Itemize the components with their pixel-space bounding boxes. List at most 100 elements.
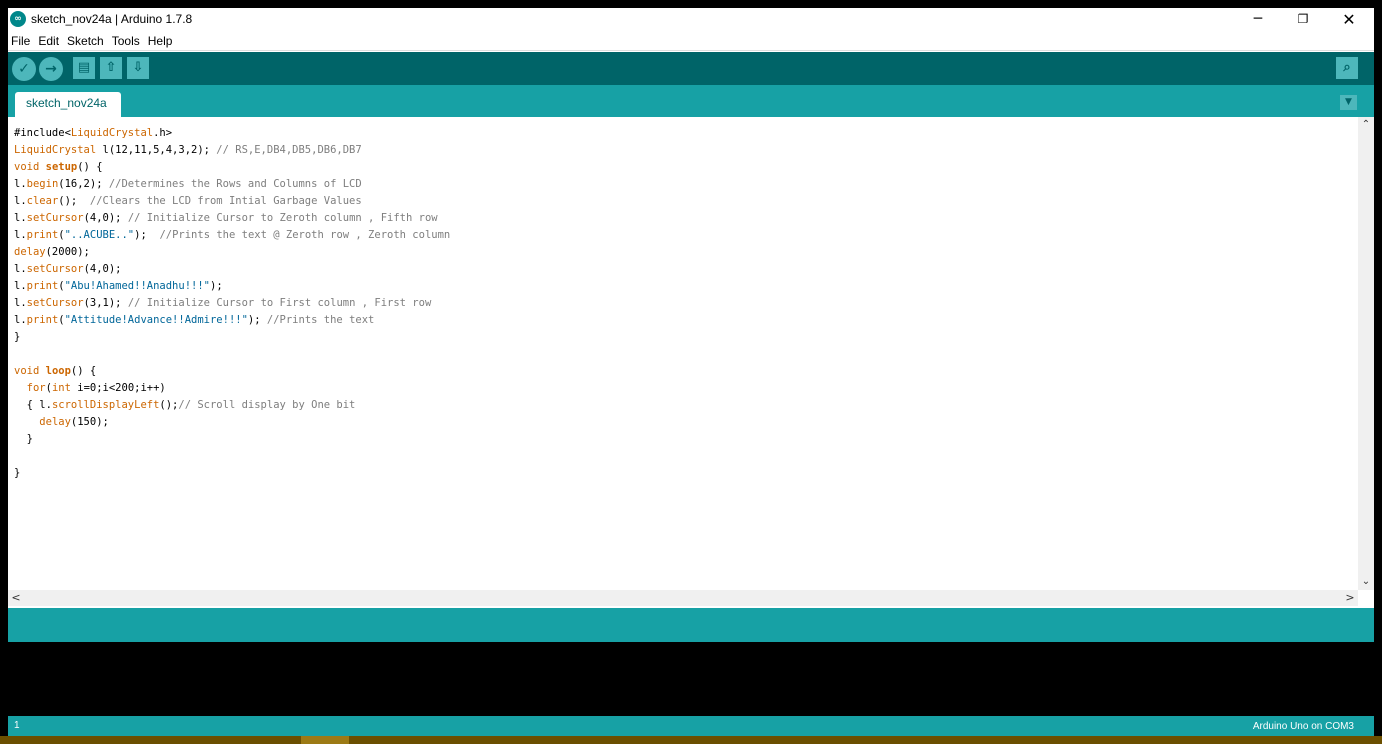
code-line[interactable]: void loop() { <box>14 363 450 380</box>
serial-monitor-button[interactable]: ⌕ <box>1336 57 1358 79</box>
code-line[interactable]: } <box>14 465 450 482</box>
code-line[interactable]: for(int i=0;i<200;i++) <box>14 380 450 397</box>
tab-menu-button[interactable]: ▼ <box>1340 95 1357 110</box>
code-token: l. <box>14 195 27 207</box>
code-token: (); <box>159 399 179 411</box>
code-token: scrollDisplayLeft <box>51 399 160 411</box>
upload-button[interactable]: → <box>39 57 63 81</box>
code-token: setCursor <box>26 212 84 224</box>
code-token: int <box>51 382 71 394</box>
code-token: setCursor <box>26 263 84 275</box>
code-token: l. <box>14 263 27 275</box>
menu-sketch[interactable]: Sketch <box>67 34 104 48</box>
code-token: (2000); <box>45 246 90 258</box>
close-button[interactable]: ✕ <box>1326 8 1372 30</box>
code-line[interactable]: l.print("Abu!Ahamed!!Anadhu!!!"); <box>14 278 450 295</box>
code-line[interactable]: void setup() { <box>14 159 450 176</box>
code-line[interactable]: } <box>14 431 450 448</box>
code-token: //Prints the text <box>266 314 375 326</box>
code-token: .h> <box>153 127 173 139</box>
code-token: delay <box>14 246 46 258</box>
scroll-down-icon[interactable]: ⌄ <box>1358 574 1374 590</box>
arrow-down-icon: ⇩ <box>132 60 144 75</box>
verify-button[interactable]: ✓ <box>12 57 36 81</box>
code-token: (4,0); <box>83 263 122 275</box>
taskbar-item[interactable] <box>301 736 349 744</box>
code-line[interactable]: delay(2000); <box>14 244 450 261</box>
code-token: clear <box>26 195 59 207</box>
code-token: "Attitude!Advance!!Admire!!!" <box>64 314 248 326</box>
code-token: // Initialize Cursor to First column , F… <box>127 297 432 309</box>
arrow-up-icon: ⇧ <box>105 60 117 75</box>
code-line[interactable]: { l.scrollDisplayLeft();// Scroll displa… <box>14 397 450 414</box>
arduino-logo-icon: ∞ <box>10 11 26 27</box>
scroll-right-icon[interactable]: > <box>1342 590 1358 606</box>
menu-edit[interactable]: Edit <box>38 34 59 48</box>
code-token: l. <box>14 229 27 241</box>
tab-sketch[interactable]: sketch_nov24a <box>15 92 121 117</box>
code-token: l. <box>14 212 27 224</box>
console-output[interactable] <box>8 642 1374 716</box>
open-sketch-button[interactable]: ⇧ <box>100 57 122 79</box>
code-token: l. <box>14 280 27 292</box>
code-line[interactable]: l.setCursor(4,0); <box>14 261 450 278</box>
code-line[interactable] <box>14 346 450 363</box>
code-token: (); <box>58 195 90 207</box>
menu-file[interactable]: File <box>11 34 30 48</box>
tab-bar: sketch_nov24a ▼ <box>8 85 1374 117</box>
code-token: (150); <box>70 416 109 428</box>
horizontal-scrollbar[interactable] <box>8 590 1358 606</box>
code-token: LiquidCrystal <box>14 144 97 156</box>
board-port-status: Arduino Uno on COM3 <box>1252 721 1354 732</box>
code-token: LiquidCrystal <box>70 127 154 139</box>
title-bar: ∞ sketch_nov24a | Arduino 1.7.8 ─ ❐ ✕ <box>8 8 1374 30</box>
code-token: print <box>26 229 59 241</box>
code-token: for <box>26 382 46 394</box>
code-line[interactable]: LiquidCrystal l(12,11,5,4,3,2); // RS,E,… <box>14 142 450 159</box>
line-number: 1 <box>14 720 20 731</box>
minimize-button[interactable]: ─ <box>1235 8 1281 30</box>
code-token: } <box>14 467 21 479</box>
code-token: ); <box>247 314 267 326</box>
code-line[interactable] <box>14 448 450 465</box>
code-text[interactable]: #include<LiquidCrystal.h> LiquidCrystal l… <box>14 125 450 482</box>
menu-tools[interactable]: Tools <box>112 34 140 48</box>
code-line[interactable]: } <box>14 329 450 346</box>
code-token: } <box>14 331 21 343</box>
scroll-up-icon[interactable]: ⌃ <box>1358 117 1374 133</box>
maximize-button[interactable]: ❐ <box>1280 8 1326 30</box>
code-line[interactable]: l.print("..ACUBE.."); //Prints the text … <box>14 227 450 244</box>
save-sketch-button[interactable]: ⇩ <box>127 57 149 79</box>
code-token: "..ACUBE.." <box>64 229 135 241</box>
new-file-icon: ▤ <box>77 60 91 75</box>
code-line[interactable]: delay(150); <box>14 414 450 431</box>
code-token: i=0;i<200;i++) <box>70 382 166 394</box>
code-line[interactable]: l.begin(16,2); //Determines the Rows and… <box>14 176 450 193</box>
code-editor[interactable]: #include<LiquidCrystal.h> LiquidCrystal l… <box>8 117 1374 606</box>
code-token: // Scroll display by One bit <box>178 399 356 411</box>
code-token: setup <box>45 161 78 173</box>
code-line[interactable]: l.print("Attitude!Advance!!Admire!!!"); … <box>14 312 450 329</box>
new-sketch-button[interactable]: ▤ <box>73 57 95 79</box>
code-line[interactable]: l.clear(); //Clears the LCD from Intial … <box>14 193 450 210</box>
code-line[interactable]: l.setCursor(3,1); // Initialize Cursor t… <box>14 295 450 312</box>
vertical-scrollbar[interactable] <box>1358 117 1374 590</box>
menu-help[interactable]: Help <box>148 34 173 48</box>
scroll-left-icon[interactable]: < <box>8 590 24 606</box>
code-token: (16,2); <box>58 178 109 190</box>
code-token: void <box>14 365 40 377</box>
code-token: // Initialize Cursor to Zeroth column , … <box>127 212 438 224</box>
code-token: () { <box>70 365 97 377</box>
status-bar: 1 Arduino Uno on COM3 <box>8 716 1374 736</box>
code-token: // RS,E,DB4,DB5,DB6,DB7 <box>216 144 362 156</box>
code-token: void <box>14 161 40 173</box>
code-line[interactable]: #include<LiquidCrystal.h> <box>14 125 450 142</box>
code-token: setCursor <box>26 297 84 309</box>
message-bar <box>8 608 1374 642</box>
code-line[interactable]: l.setCursor(4,0); // Initialize Cursor t… <box>14 210 450 227</box>
code-token: (3,1); <box>83 297 128 309</box>
code-token: print <box>26 314 59 326</box>
code-token: delay <box>39 416 71 428</box>
